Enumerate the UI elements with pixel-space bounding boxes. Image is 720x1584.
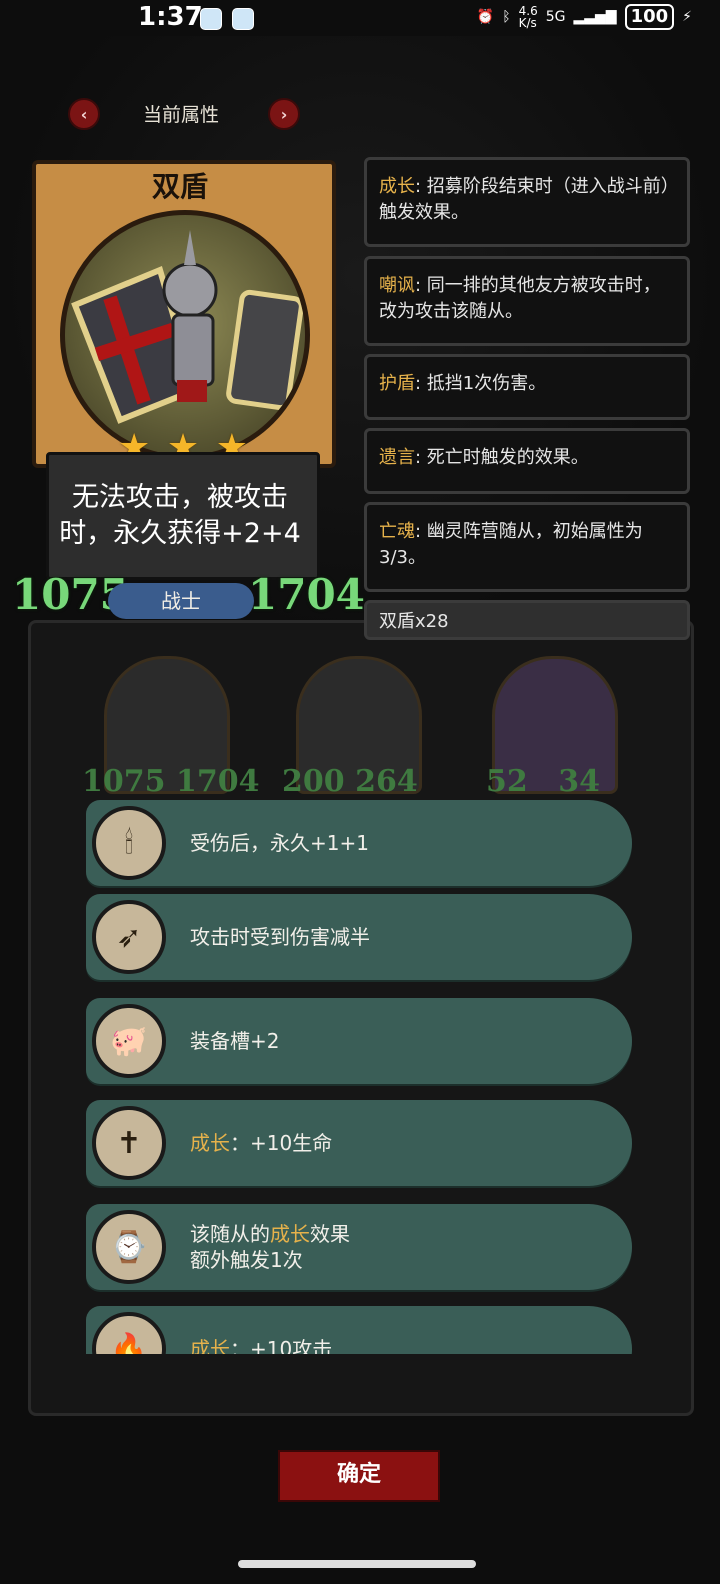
- keyword-panel: 嘲讽: 同一排的其他友方被攻击时，改为攻击该随从。: [364, 256, 690, 346]
- page-title: 当前属性: [142, 104, 219, 126]
- notification-app-icon: [200, 8, 222, 30]
- list-item[interactable]: ✝ 成长：+10生命: [86, 1100, 632, 1186]
- crossbow-icon: ➶: [92, 900, 166, 974]
- card-portrait: [60, 210, 310, 460]
- chevron-right-icon: ›: [280, 104, 288, 124]
- minion-stats: 200 264: [282, 764, 418, 799]
- candelabra-icon: 🕯: [92, 806, 166, 880]
- keyword-panel: 遗言: 死亡时触发的效果。: [364, 428, 690, 494]
- keyword-footer: 双盾x28: [364, 600, 690, 640]
- knight-shield-icon: [71, 230, 304, 424]
- card-desc-line-1: 无法攻击，被攻击: [72, 482, 288, 513]
- gravestone-icon: ✝: [92, 1106, 166, 1180]
- list-item[interactable]: 🐖 装备槽+2: [86, 998, 632, 1084]
- net-speed: 4.6 K/s: [518, 4, 538, 30]
- bluetooth-icon: ᛒ: [502, 9, 511, 25]
- list-item[interactable]: ⌚ 该随从的成长效果 额外触发1次: [86, 1204, 632, 1290]
- card-name: 双盾: [151, 170, 208, 203]
- keyword-panel: 护盾: 抵挡1次伤害。: [364, 354, 690, 420]
- chevron-left-icon: ‹: [80, 104, 88, 124]
- pocket-watch-icon: ⌚: [92, 1210, 166, 1284]
- confirm-button[interactable]: 确定: [278, 1450, 440, 1502]
- charging-icon: ⚡: [682, 9, 692, 25]
- network-type: 5G: [545, 9, 566, 25]
- battery-indicator: 100: [624, 4, 675, 30]
- keyword-panel: 亡魂: 幽灵阵营随从，初始属性为3/3。: [364, 502, 690, 592]
- card-description: 无法攻击，被攻击 时，永久获得+2+4: [50, 480, 310, 552]
- notification-app-icon-2: [232, 8, 254, 30]
- pig-armor-icon: 🐖: [92, 1004, 166, 1078]
- card-desc-line-2: 时，永久获得+2+4: [59, 518, 301, 549]
- status-bar: 1:37 ⏰ ᛒ 4.6 K/s 5G ▂▃▅▇ 100 ⚡: [0, 0, 720, 36]
- status-time: 1:37: [138, 2, 203, 32]
- status-right: ⏰ ᛒ 4.6 K/s 5G ▂▃▅▇ 100 ⚡: [477, 4, 692, 30]
- list-item[interactable]: ➶ 攻击时受到伤害减半: [86, 894, 632, 980]
- class-badge: 战士: [108, 583, 254, 619]
- list-item[interactable]: 🕯 受伤后，永久+1+1: [86, 800, 632, 886]
- health-value: 1704: [248, 570, 365, 619]
- minion-stats: 52 34: [486, 764, 600, 799]
- list-item[interactable]: 🔥 成长：+10攻击: [86, 1306, 632, 1354]
- signal-icon: ▂▃▅▇: [573, 9, 617, 25]
- minion-stats: 1075 1704: [82, 764, 260, 799]
- equipment-list[interactable]: 🕯 受伤后，永久+1+1 ➶ 攻击时受到伤害减半 🐖 装备槽+2 ✝ 成长：+1…: [80, 800, 650, 1354]
- home-indicator[interactable]: [238, 1560, 476, 1568]
- demon-icon: 🔥: [92, 1312, 166, 1354]
- next-button[interactable]: ›: [268, 98, 300, 130]
- keyword-panel: 成长: 招募阶段结束时（进入战斗前）触发效果。: [364, 157, 690, 247]
- prev-button[interactable]: ‹: [68, 98, 100, 130]
- alarm-icon: ⏰: [476, 9, 495, 25]
